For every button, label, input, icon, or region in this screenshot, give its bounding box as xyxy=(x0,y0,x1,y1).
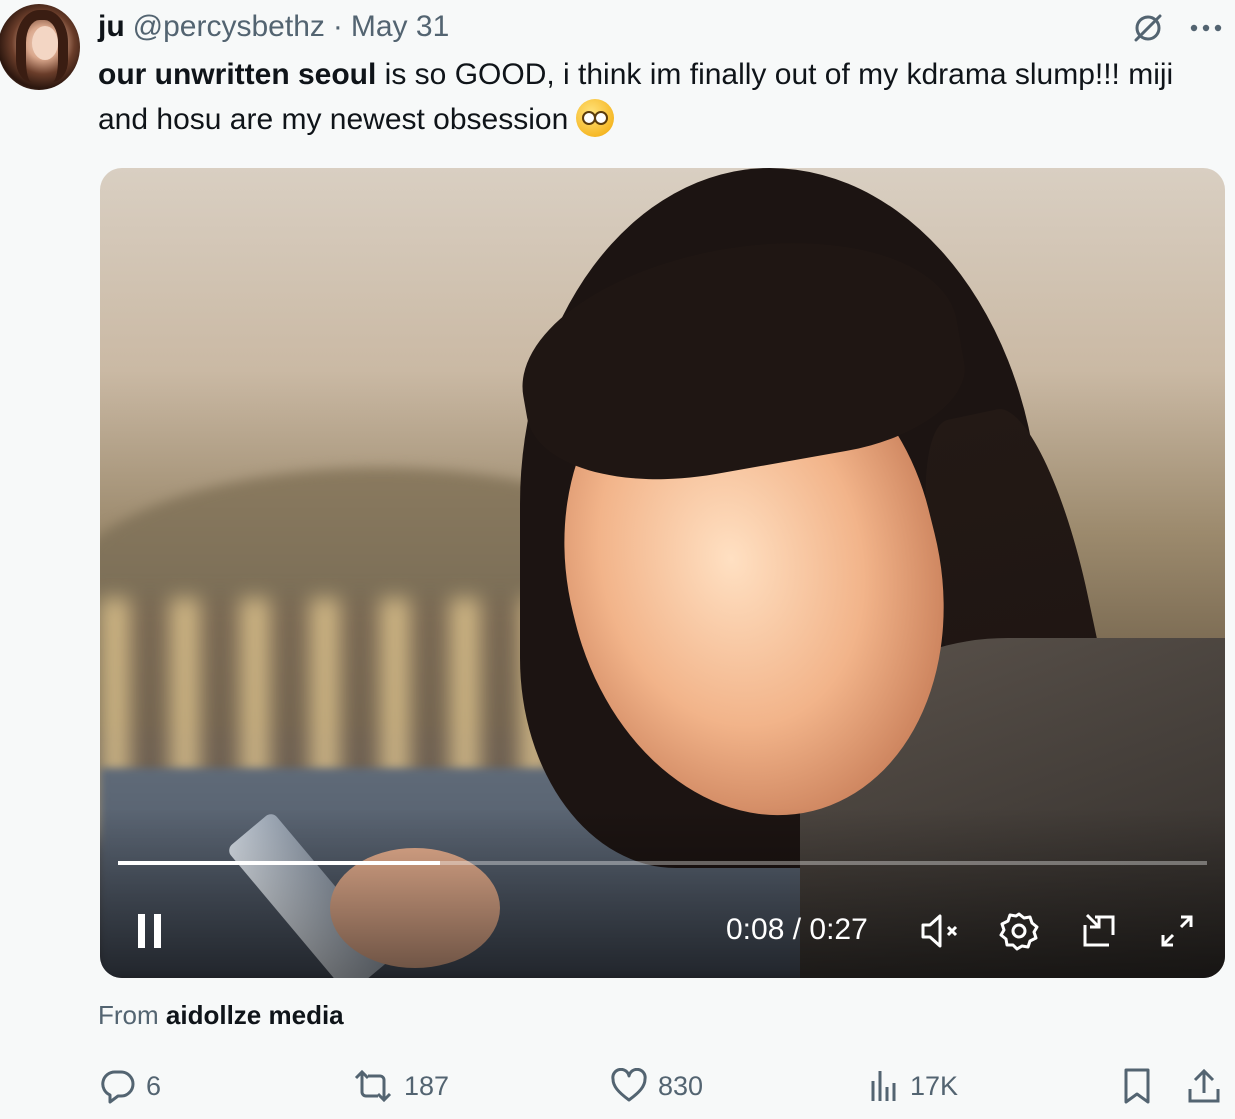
post-date[interactable]: May 31 xyxy=(351,10,449,44)
grok-icon[interactable] xyxy=(1128,10,1168,46)
repost-button[interactable]: 187 xyxy=(352,1066,449,1106)
reply-button[interactable]: 6 xyxy=(100,1066,161,1106)
display-name[interactable]: ju xyxy=(98,10,125,44)
pleading-face-emoji-icon xyxy=(576,99,615,137)
tweet-text: our unwritten seoul is so GOOD, i think … xyxy=(98,52,1178,142)
handle[interactable]: @percysbethz xyxy=(133,10,325,44)
heart-icon xyxy=(611,1068,647,1102)
show-title: our unwritten seoul xyxy=(98,58,377,91)
avatar-face xyxy=(32,26,58,60)
bookmark-icon xyxy=(1124,1068,1150,1104)
avatar[interactable] xyxy=(0,4,80,90)
controls-scrim xyxy=(100,808,1225,978)
media-attribution: From aidollze media xyxy=(98,1000,344,1031)
picture-in-picture-icon[interactable] xyxy=(1074,906,1124,956)
more-icon[interactable] xyxy=(1186,10,1226,46)
fullscreen-icon[interactable] xyxy=(1152,906,1202,956)
views-icon xyxy=(871,1071,896,1101)
video-progress-fill xyxy=(118,861,441,865)
reply-icon xyxy=(101,1070,135,1104)
bookmark-button[interactable] xyxy=(1120,1066,1154,1106)
like-button[interactable]: 830 xyxy=(610,1066,703,1106)
attribution-prefix: From xyxy=(98,1000,159,1030)
share-icon xyxy=(1188,1068,1220,1103)
duration: 0:27 xyxy=(809,913,868,946)
settings-icon[interactable] xyxy=(994,906,1044,956)
muted-icon[interactable] xyxy=(916,906,966,956)
repost-count: 187 xyxy=(404,1070,450,1101)
separator-dot: · xyxy=(332,10,343,43)
time-separator: / xyxy=(784,913,810,946)
video-player[interactable]: 0:08 / 0:27 xyxy=(100,168,1225,978)
tweet-header: ju @percysbethz · May 31 xyxy=(98,8,449,46)
reply-count: 6 xyxy=(146,1070,162,1101)
view-count: 17K xyxy=(910,1070,959,1101)
attribution-source[interactable]: aidollze media xyxy=(166,1000,344,1030)
pause-icon[interactable] xyxy=(126,906,174,956)
like-count: 830 xyxy=(658,1070,704,1101)
repost-icon xyxy=(354,1069,392,1103)
current-time: 0:08 xyxy=(726,913,785,946)
video-progress-bar[interactable] xyxy=(118,861,1207,865)
video-time: 0:08 / 0:27 xyxy=(726,913,868,947)
share-button[interactable] xyxy=(1186,1066,1222,1106)
views-button[interactable]: 17K xyxy=(868,1066,958,1106)
